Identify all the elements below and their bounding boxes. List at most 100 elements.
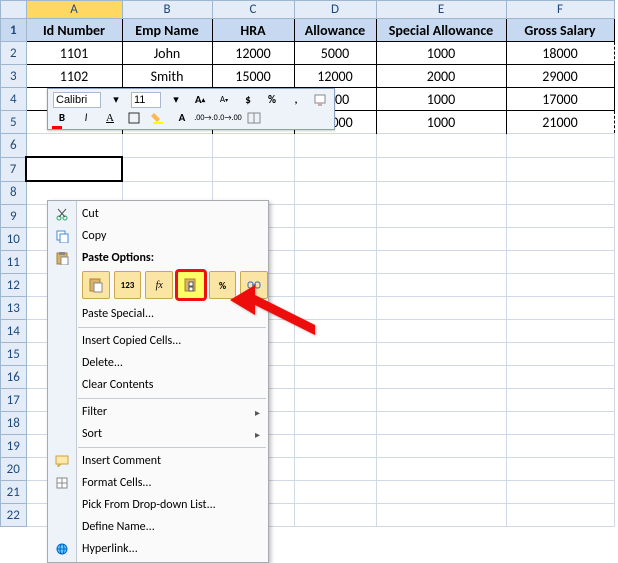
cell[interactable]: John (122, 42, 212, 65)
cell[interactable]: Emp Name (122, 19, 212, 42)
cell[interactable] (376, 134, 506, 158)
bold-icon[interactable]: B (53, 110, 71, 126)
col-header-E[interactable]: E (376, 1, 506, 19)
row-header-11[interactable]: 11 (1, 251, 27, 274)
row-header-1[interactable]: 1 (1, 19, 27, 42)
cell[interactable] (506, 504, 614, 527)
cell[interactable] (376, 458, 506, 481)
cell[interactable] (506, 134, 614, 158)
row-header-19[interactable]: 19 (1, 435, 27, 458)
cell[interactable] (376, 412, 506, 435)
menu-format-cells[interactable]: Format Cells... (48, 472, 268, 494)
percent-format-icon[interactable]: % (263, 92, 281, 108)
cell[interactable] (294, 181, 376, 205)
row-header-22[interactable]: 22 (1, 504, 27, 527)
cell[interactable] (506, 458, 614, 481)
cell[interactable] (506, 366, 614, 389)
cell[interactable] (376, 504, 506, 527)
row-header-4[interactable]: 4 (1, 88, 27, 111)
decrease-decimal-icon[interactable]: .0→.00 (221, 110, 239, 126)
font-dropdown-icon[interactable]: ▾ (107, 92, 125, 108)
cell[interactable] (376, 320, 506, 343)
cell[interactable] (294, 134, 376, 158)
col-header-F[interactable]: F (506, 1, 614, 19)
row-header-6[interactable]: 6 (1, 134, 27, 158)
cell[interactable]: 29000 (506, 65, 614, 88)
comma-format-icon[interactable]: , (287, 92, 305, 108)
cell[interactable] (26, 134, 122, 158)
paste-percent-button[interactable]: % (209, 271, 237, 299)
decrease-font-icon[interactable]: A▾ (215, 92, 233, 108)
row-header-17[interactable]: 17 (1, 389, 27, 412)
select-all-corner[interactable] (1, 1, 27, 19)
cell[interactable] (294, 389, 376, 412)
menu-clear[interactable]: Clear Contents (48, 374, 268, 396)
menu-insert-cells[interactable]: Insert Copied Cells... (48, 330, 268, 352)
cell[interactable] (376, 205, 506, 228)
fill-color-icon[interactable] (149, 110, 167, 126)
cell[interactable] (506, 205, 614, 228)
cell[interactable] (506, 320, 614, 343)
cell[interactable] (376, 366, 506, 389)
cell[interactable]: 1000 (376, 111, 506, 134)
row-header-18[interactable]: 18 (1, 412, 27, 435)
row-header-7[interactable]: 7 (1, 157, 27, 181)
menu-cut[interactable]: Cut (48, 203, 268, 225)
border-icon[interactable] (125, 110, 143, 126)
cell[interactable]: 12000 (294, 65, 376, 88)
cell[interactable] (294, 343, 376, 366)
cell[interactable] (506, 181, 614, 205)
menu-copy[interactable]: Copy (48, 225, 268, 247)
cell[interactable] (376, 297, 506, 320)
cell[interactable] (376, 435, 506, 458)
menu-hyperlink[interactable]: Hyperlink... (48, 538, 268, 560)
cell[interactable] (506, 389, 614, 412)
row-header-13[interactable]: 13 (1, 297, 27, 320)
cell[interactable] (294, 458, 376, 481)
cell[interactable]: Id Number (26, 19, 122, 42)
cell[interactable] (506, 343, 614, 366)
menu-paste-special[interactable]: Paste Special... (48, 303, 268, 325)
cell[interactable] (294, 297, 376, 320)
increase-decimal-icon[interactable]: .00→.0 (197, 110, 215, 126)
cell[interactable] (376, 274, 506, 297)
menu-delete[interactable]: Delete... (48, 352, 268, 374)
menu-define-name[interactable]: Define Name... (48, 516, 268, 538)
cell[interactable] (294, 412, 376, 435)
row-header-20[interactable]: 20 (1, 458, 27, 481)
cell[interactable] (506, 228, 614, 251)
cell[interactable]: 21000 (506, 111, 614, 134)
paste-transpose-button[interactable] (177, 271, 205, 299)
cell[interactable]: 1101 (26, 42, 122, 65)
cell[interactable] (294, 435, 376, 458)
row-header-16[interactable]: 16 (1, 366, 27, 389)
cell[interactable] (506, 274, 614, 297)
cell[interactable] (376, 343, 506, 366)
menu-filter[interactable]: Filter (48, 401, 268, 423)
accounting-format-icon[interactable]: $ (239, 92, 257, 108)
paste-formulas-button[interactable]: fx (145, 271, 173, 299)
cell[interactable]: Gross Salary (506, 19, 614, 42)
row-header-9[interactable]: 9 (1, 205, 27, 228)
cell[interactable]: HRA (212, 19, 294, 42)
cell[interactable] (294, 504, 376, 527)
cell[interactable] (294, 228, 376, 251)
cell[interactable]: 1000 (376, 42, 506, 65)
cell[interactable]: 17000 (506, 88, 614, 111)
cell[interactable] (212, 134, 294, 158)
paste-default-button[interactable] (82, 271, 110, 299)
increase-font-icon[interactable]: A▴ (191, 92, 209, 108)
cell[interactable] (26, 157, 122, 181)
row-header-10[interactable]: 10 (1, 228, 27, 251)
menu-insert-comment[interactable]: Insert Comment (48, 450, 268, 472)
cell[interactable]: 1102 (26, 65, 122, 88)
menu-pick-list[interactable]: Pick From Drop-down List... (48, 494, 268, 516)
cell[interactable] (294, 320, 376, 343)
paste-link-button[interactable] (240, 271, 268, 299)
col-header-A[interactable]: A (26, 1, 122, 19)
cell[interactable]: 2000 (376, 65, 506, 88)
col-header-B[interactable]: B (122, 1, 212, 19)
cell[interactable]: 1000 (376, 88, 506, 111)
cell[interactable] (294, 366, 376, 389)
cell[interactable] (122, 134, 212, 158)
